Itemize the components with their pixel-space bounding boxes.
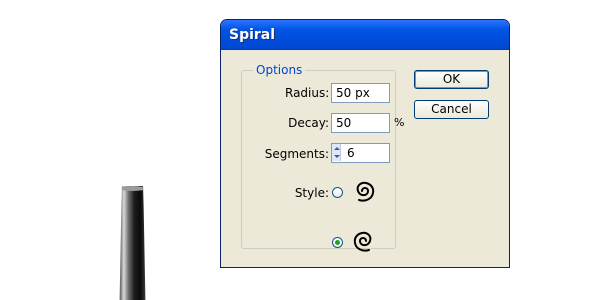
segments-stepper[interactable] (332, 144, 341, 161)
stroke-object (119, 186, 146, 300)
spiral-dialog: Spiral Options Radius: 50 px Decay: 50 %… (220, 19, 510, 268)
radius-input[interactable]: 50 px (331, 83, 390, 103)
options-group: Options Radius: 50 px Decay: 50 % Segmen… (241, 62, 404, 252)
segments-input[interactable]: 6 (331, 143, 390, 163)
decay-unit: % (394, 116, 405, 129)
dialog-title: Spiral (229, 27, 276, 43)
cancel-button[interactable]: Cancel (414, 100, 489, 119)
dialog-titlebar: Spiral (221, 20, 509, 50)
style-clockwise-radio[interactable] (332, 187, 343, 198)
counterclockwise-spiral-icon (353, 231, 372, 252)
segments-label: Segments: (264, 147, 329, 161)
decay-label: Decay: (288, 116, 329, 130)
ok-button[interactable]: OK (414, 70, 489, 89)
decay-input[interactable]: 50 (331, 113, 390, 133)
options-group-title: Options (253, 62, 306, 78)
clockwise-spiral-icon (356, 181, 375, 202)
radius-label: Radius: (285, 86, 330, 100)
workspace-canvas: Spiral Options Radius: 50 px Decay: 50 %… (0, 0, 600, 300)
style-counterclockwise-radio[interactable] (332, 237, 343, 248)
style-label: Style: (294, 186, 329, 200)
